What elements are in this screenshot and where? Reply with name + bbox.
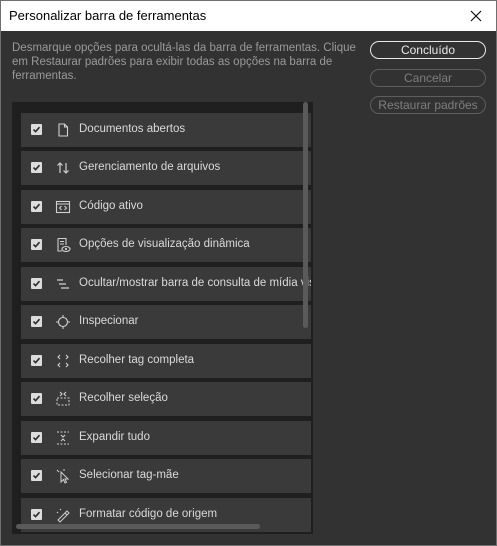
list-item[interactable]: Código ativo — [21, 190, 311, 224]
list-item[interactable]: Selecionar tag-mãe — [21, 459, 311, 493]
item-checkbox[interactable] — [31, 470, 42, 481]
document-icon — [58, 123, 69, 137]
format-source-icon — [56, 508, 70, 523]
close-button[interactable] — [456, 1, 496, 31]
item-label: Ocultar/mostrar barra de consulta de míd… — [79, 277, 311, 289]
item-checkbox[interactable] — [31, 355, 42, 366]
item-label: Expandir tudo — [79, 431, 150, 443]
list-item[interactable]: Documentos abertos — [21, 113, 311, 147]
collapse-selection-icon — [56, 391, 70, 406]
item-checkbox[interactable] — [31, 509, 42, 520]
item-checkbox[interactable] — [31, 239, 42, 250]
title-bar: Personalizar barra de ferramentas — [1, 1, 496, 31]
close-icon — [470, 10, 482, 22]
item-checkbox[interactable] — [31, 162, 42, 173]
select-parent-tag-icon — [56, 469, 70, 484]
item-label: Formatar código de origem — [79, 508, 218, 520]
dialog-content: Desmarque opções para ocultá-las da barr… — [1, 31, 496, 545]
list-item[interactable]: Expandir tudo — [21, 421, 311, 455]
item-checkbox[interactable] — [31, 316, 42, 327]
item-label: Documentos abertos — [79, 123, 186, 135]
item-label: Gerenciamento de arquivos — [79, 161, 221, 173]
item-label: Selecionar tag-mãe — [79, 469, 179, 481]
item-label: Recolher tag completa — [79, 354, 195, 366]
vertical-scrollbar[interactable] — [303, 102, 308, 328]
list-item[interactable]: Gerenciamento de arquivos — [21, 151, 311, 185]
media-query-bar-icon — [57, 279, 69, 289]
live-code-icon — [55, 200, 71, 214]
instructions-text: Desmarque opções para ocultá-las da barr… — [12, 42, 356, 82]
expand-all-icon — [57, 431, 69, 445]
toolbar-options-list[interactable]: Documentos abertos Gerenciamento de arqu… — [12, 102, 313, 534]
customize-toolbar-dialog: Personalizar barra de ferramentas Desmar… — [0, 0, 497, 546]
item-checkbox[interactable] — [31, 124, 42, 135]
horizontal-scrollbar[interactable] — [16, 524, 260, 529]
item-label: Opções de visualização dinâmica — [79, 238, 250, 250]
restore-defaults-button[interactable]: Restaurar padrões — [370, 96, 486, 114]
list-item[interactable]: Inspecionar — [21, 305, 311, 339]
item-checkbox[interactable] — [31, 393, 42, 404]
item-label: Recolher seleção — [79, 392, 168, 404]
item-label: Código ativo — [79, 200, 143, 212]
list-item[interactable]: Recolher tag completa — [21, 344, 311, 378]
collapse-tag-icon — [57, 354, 69, 368]
item-checkbox[interactable] — [31, 278, 42, 289]
live-view-options-icon — [57, 237, 71, 253]
list-item[interactable]: Ocultar/mostrar barra de consulta de míd… — [21, 267, 311, 301]
item-checkbox[interactable] — [31, 432, 42, 443]
item-checkbox[interactable] — [31, 201, 42, 212]
item-label: Inspecionar — [79, 315, 139, 327]
inspect-icon — [56, 315, 70, 329]
list-item[interactable]: Recolher seleção — [21, 382, 311, 416]
cancel-button[interactable]: Cancelar — [370, 69, 486, 87]
done-button[interactable]: Concluído — [370, 41, 486, 59]
file-transfer-icon — [57, 162, 69, 174]
dialog-title: Personalizar barra de ferramentas — [9, 8, 207, 23]
list-item[interactable]: Opções de visualização dinâmica — [21, 228, 311, 262]
